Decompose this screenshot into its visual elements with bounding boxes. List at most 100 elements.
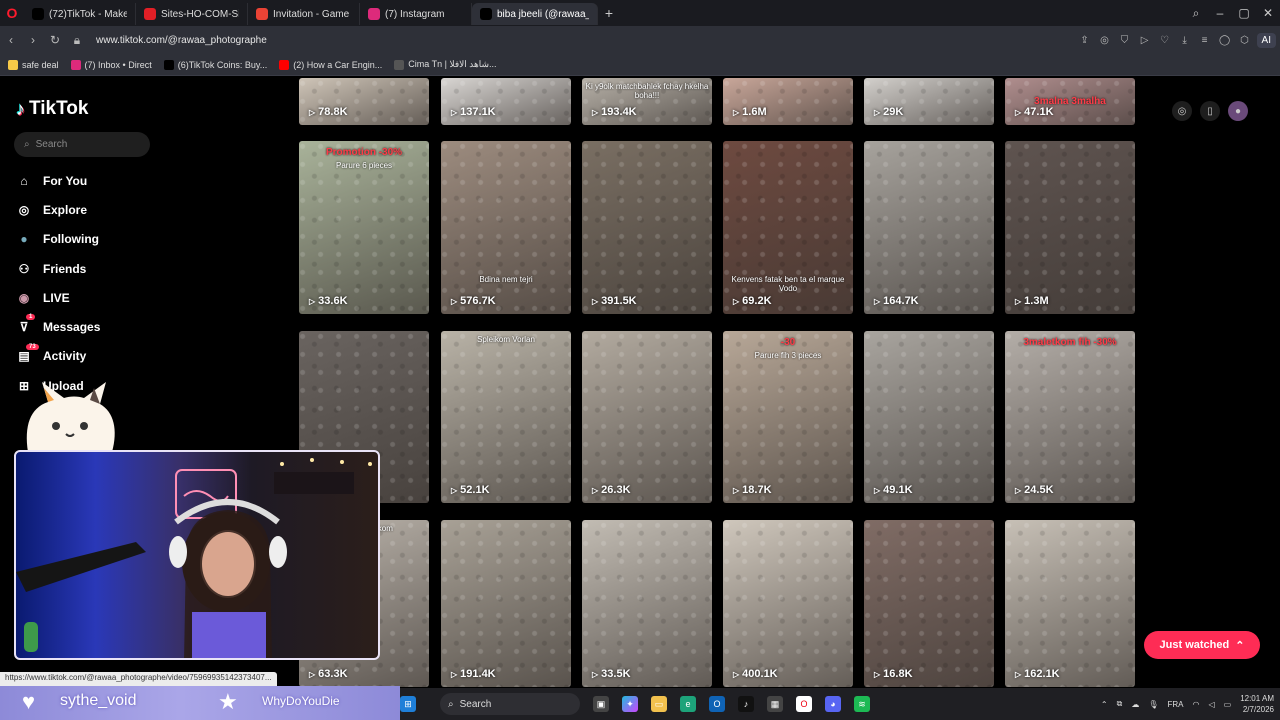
video-thumbnail[interactable]: Bdina nem tejri ▷ 576.7K: [441, 141, 571, 314]
view-count: ▷ 391.5K: [592, 295, 637, 307]
browser-tab[interactable]: (72)TikTok - Make Your Da: [24, 3, 136, 25]
address-bar: ‹ › ↻ 🔒︎ www.tiktok.com/@rawaa_photograp…: [0, 26, 1280, 54]
video-thumbnail[interactable]: ▷ 1.3M: [1005, 141, 1135, 314]
bookmark-item[interactable]: Cima Tn | شاهد الافلا...: [394, 59, 497, 70]
play-icon: ▷: [733, 669, 740, 679]
opera-icon[interactable]: O: [796, 696, 812, 712]
sidebar-item-label: Friends: [43, 261, 87, 276]
video-thumbnail[interactable]: ▷ 29K: [864, 78, 994, 125]
video-thumbnail[interactable]: ▷ 400.1K: [723, 520, 853, 687]
view-count: ▷ 1.6M: [733, 106, 767, 118]
player-icon[interactable]: ▷: [1139, 35, 1151, 46]
menu-icon[interactable]: ≡: [1199, 35, 1211, 46]
view-count: ▷ 576.7K: [451, 295, 496, 307]
url-field[interactable]: www.tiktok.com/@rawaa_photographe: [96, 35, 1079, 46]
app-icon[interactable]: ▦: [767, 696, 783, 712]
cloud-icon[interactable]: ☁: [1131, 700, 1139, 709]
taskbar-clock[interactable]: 12:01 AM 2/7/2026: [1240, 693, 1274, 715]
browser-tab[interactable]: biba jbeeli (@rawaa_phot: [472, 3, 598, 25]
bookmark-item[interactable]: (6)TikTok Coins: Buy...: [163, 59, 267, 70]
video-thumbnail[interactable]: ▷ 164.7K: [864, 141, 994, 314]
camera-icon[interactable]: ◎: [1099, 35, 1111, 46]
close-icon[interactable]: ✕: [1256, 6, 1280, 20]
video-thumbnail[interactable]: ▷ 1.6M: [723, 78, 853, 125]
bookmark-item[interactable]: (7) Inbox • Direct: [70, 59, 152, 70]
battery-icon[interactable]: ▭: [1224, 700, 1232, 709]
video-thumbnail[interactable]: ▷ 26.3K: [582, 331, 712, 503]
download-icon[interactable]: ⤓: [1179, 35, 1191, 46]
taskbar-search-placeholder: Search: [459, 698, 492, 710]
browser-tab[interactable]: Invitation - Game Night a: [248, 3, 360, 25]
coins-icon[interactable]: ◎: [1172, 101, 1192, 121]
sidebar-item-activity[interactable]: ▤ 73 Activity: [16, 342, 100, 371]
share-icon[interactable]: ⇪: [1079, 35, 1091, 46]
video-thumbnail[interactable]: Kenvens fatak ben ta el marque Vodo ▷ 69.2…: [723, 141, 853, 314]
video-thumbnail[interactable]: Ki y9olk matchbahlek fchay hkelha boha!!…: [582, 78, 712, 125]
sidebar-item-following[interactable]: ● Following: [16, 225, 100, 254]
tab-label: (72)TikTok - Make Your Da: [49, 8, 127, 20]
sidebar-item-explore[interactable]: ◎ Explore: [16, 195, 100, 224]
video-thumbnail[interactable]: ▷ 33.5K: [582, 520, 712, 687]
task-view-icon[interactable]: ▣: [593, 696, 609, 712]
file-explorer-icon[interactable]: ▭: [651, 696, 667, 712]
tiktok-logo[interactable]: ♪ TikTok: [16, 98, 88, 120]
video-thumbnail[interactable]: 3maletkom fih -30% ▷ 24.5K: [1005, 331, 1135, 503]
view-count-value: 69.2K: [742, 295, 772, 307]
profile-avatar[interactable]: ●: [1228, 101, 1248, 121]
edge-icon[interactable]: e: [680, 696, 696, 712]
just-watched-button[interactable]: Just watched ⌃: [1144, 631, 1260, 659]
opera-menu-icon[interactable]: O: [0, 0, 24, 26]
ai-button[interactable]: AI: [1256, 32, 1276, 48]
adblock-icon[interactable]: ⛉: [1119, 35, 1131, 46]
profile-icon[interactable]: ◯: [1219, 35, 1231, 46]
outlook-icon[interactable]: O: [709, 696, 725, 712]
video-thumbnail[interactable]: 3malna 3malha ▷ 47.1K: [1005, 78, 1135, 125]
sidebar-item-for-you[interactable]: ⌂ For You: [16, 166, 100, 195]
sidebar-item-messages[interactable]: ⊽ 1 Messages: [16, 312, 100, 341]
video-thumbnail[interactable]: ▷ 78.8K: [299, 78, 429, 125]
search-tabs-icon[interactable]: ⌕: [1184, 6, 1208, 21]
video-thumbnail[interactable]: Spleikom Vorlan ▷ 52.1K: [441, 331, 571, 503]
cube-icon[interactable]: ⬡: [1239, 35, 1251, 46]
video-thumbnail[interactable]: ▷ 162.1K: [1005, 520, 1135, 687]
discord-icon[interactable]: ◕: [825, 696, 841, 712]
wifi-icon[interactable]: ◠: [1192, 700, 1199, 709]
video-thumbnail[interactable]: ▷ 391.5K: [582, 141, 712, 314]
language-indicator[interactable]: FRA: [1167, 700, 1183, 709]
tiktok-app-icon[interactable]: ♪: [738, 696, 754, 712]
bookmark-label: safe deal: [22, 59, 59, 70]
forward-icon[interactable]: ›: [22, 33, 44, 47]
spotify-icon[interactable]: ≋: [854, 696, 870, 712]
sidebar-item-live[interactable]: ◉ LIVE: [16, 283, 100, 312]
heart-icon[interactable]: ♡: [1159, 35, 1171, 46]
video-thumbnail[interactable]: Promotion -30% Parure 6 pieces ▷ 33.6K: [299, 141, 429, 314]
chevron-up-icon[interactable]: ⌃: [1101, 700, 1108, 709]
bookmark-item[interactable]: safe deal: [8, 59, 59, 70]
browser-tab[interactable]: Sites-HO-COM-Site: [136, 3, 248, 25]
maximize-icon[interactable]: ▢: [1232, 6, 1256, 20]
bookmark-item[interactable]: (2) How a Car Engin...: [279, 59, 382, 70]
network-icon[interactable]: ⧉: [1117, 699, 1123, 709]
windows-start-icon[interactable]: ⊞: [400, 696, 416, 712]
device-icon[interactable]: ▯: [1200, 101, 1220, 121]
home-icon: ⌂: [20, 173, 28, 188]
video-thumbnail[interactable]: ▷ 191.4K: [441, 520, 571, 687]
view-count-value: 33.5K: [601, 668, 631, 680]
microphone-icon[interactable]: 🎙︎: [1148, 700, 1158, 709]
video-thumbnail[interactable]: ▷ 137.1K: [441, 78, 571, 125]
view-count-value: 164.7K: [883, 295, 919, 307]
search-input[interactable]: ⌕ Search: [14, 132, 150, 157]
video-thumbnail[interactable]: -30 Parure fih 3 pieces ▷ 18.7K: [723, 331, 853, 503]
back-icon[interactable]: ‹: [0, 33, 22, 47]
video-thumbnail[interactable]: ▷ 49.1K: [864, 331, 994, 503]
copilot-icon[interactable]: ✦: [622, 696, 638, 712]
minimize-icon[interactable]: –: [1208, 6, 1232, 20]
video-thumbnail[interactable]: ▷ 16.8K: [864, 520, 994, 687]
volume-icon[interactable]: ◁: [1208, 700, 1214, 709]
browser-tab[interactable]: (7) Instagram: [360, 3, 472, 25]
new-tab-button[interactable]: +: [598, 2, 620, 24]
reload-icon[interactable]: ↻: [44, 33, 66, 47]
sidebar-item-friends[interactable]: ⚇ Friends: [16, 254, 100, 283]
taskbar-search[interactable]: ⌕ Search: [440, 693, 580, 715]
view-count-value: 78.8K: [318, 106, 348, 118]
